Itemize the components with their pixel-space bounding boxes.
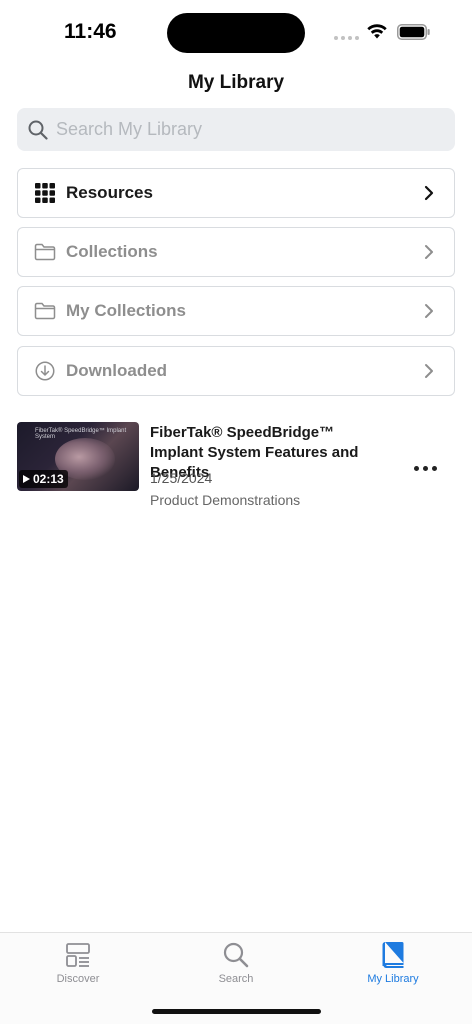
grid-icon bbox=[34, 182, 56, 204]
battery-icon bbox=[397, 24, 430, 40]
page-title: My Library bbox=[187, 72, 285, 93]
search-icon bbox=[28, 120, 48, 140]
more-options-button[interactable] bbox=[410, 462, 441, 475]
menu-row-resources[interactable]: Resources bbox=[17, 168, 455, 218]
search-icon bbox=[176, 941, 296, 969]
duration-text: 02:13 bbox=[33, 472, 64, 486]
chevron-right-icon bbox=[425, 304, 433, 318]
tab-label: Search bbox=[218, 973, 254, 985]
menu-row-collections[interactable]: Collections bbox=[17, 227, 455, 277]
menu-label: Resources bbox=[66, 183, 153, 202]
item-category: Product Demonstrations bbox=[150, 492, 301, 508]
menu-label: My Collections bbox=[66, 301, 186, 320]
dynamic-island bbox=[167, 13, 305, 53]
tab-discover[interactable]: Discover bbox=[18, 941, 138, 985]
tab-my-library[interactable]: My Library bbox=[333, 941, 453, 985]
tab-label: Discover bbox=[56, 973, 100, 985]
folder-icon bbox=[34, 300, 56, 322]
wifi-icon bbox=[367, 24, 387, 39]
download-circle-icon bbox=[34, 360, 56, 382]
menu-row-downloaded[interactable]: Downloaded bbox=[17, 346, 455, 396]
book-icon bbox=[333, 941, 453, 969]
play-icon bbox=[23, 475, 30, 483]
item-date: 1/25/2024 bbox=[150, 470, 213, 486]
tab-search[interactable]: Search bbox=[176, 941, 296, 985]
discover-icon bbox=[18, 941, 138, 969]
cellular-signal-icon bbox=[334, 36, 359, 40]
status-bar: 11:46 bbox=[0, 0, 472, 60]
tab-label: My Library bbox=[367, 973, 419, 985]
chevron-right-icon bbox=[425, 364, 433, 378]
search-input[interactable] bbox=[56, 119, 436, 140]
duration-badge: 02:13 bbox=[19, 470, 68, 488]
home-indicator bbox=[152, 1009, 321, 1014]
menu-label: Downloaded bbox=[66, 361, 168, 380]
menu-label: Collections bbox=[66, 242, 158, 261]
menu-row-my-collections[interactable]: My Collections bbox=[17, 286, 455, 336]
chevron-right-icon bbox=[424, 185, 434, 201]
video-thumbnail[interactable]: FiberTak® SpeedBridge™ Implant System 02… bbox=[17, 422, 139, 491]
chevron-right-icon bbox=[425, 245, 433, 259]
search-bar[interactable] bbox=[17, 108, 455, 151]
folder-icon bbox=[34, 241, 56, 263]
library-item[interactable]: FiberTak® SpeedBridge™ Implant System 02… bbox=[17, 422, 455, 512]
status-time: 11:46 bbox=[64, 20, 117, 43]
